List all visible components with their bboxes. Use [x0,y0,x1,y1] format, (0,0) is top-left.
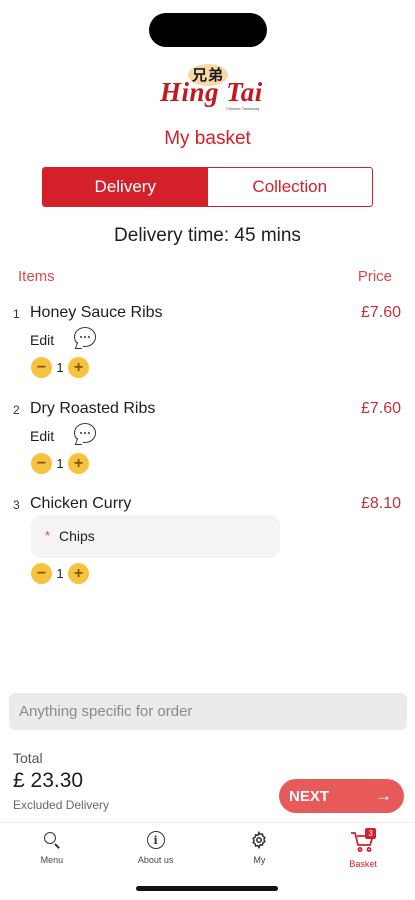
item-option-label: Chips [59,528,95,544]
search-icon [43,831,61,849]
total-amount: £ 23.30 [13,769,84,792]
delivery-time: Delivery time: 45 mins [114,225,301,246]
delivery-excluded-note: Excluded Delivery [13,798,110,812]
gear-icon [250,831,268,849]
order-type-toggle: Delivery Collection [42,167,373,207]
page-title: My basket [164,128,251,149]
bottom-tab-bar: Menu i About us My 3 Basket [0,822,415,878]
tab-about-us[interactable]: i About us [104,823,208,878]
item-name: Chicken Curry [30,495,132,512]
increase-quantity-button[interactable]: + [68,453,89,474]
arrow-right-icon: → [375,786,392,805]
tab-label: About us [137,855,174,865]
item-option-box: * Chips [31,515,280,558]
total-label: Total [13,750,43,766]
item-number: 2 [13,403,20,417]
quantity-value: 1 [56,456,64,471]
item-number: 3 [13,498,20,512]
option-bullet: * [45,528,51,543]
logo-script-text: Hing Tai [160,77,263,107]
quantity-value: 1 [56,566,64,581]
delivery-option[interactable]: Delivery [43,168,208,206]
tab-label: My [253,855,266,865]
item-name: Dry Roasted Ribs [30,400,156,417]
edit-item-link[interactable]: Edit [30,428,54,444]
item-number: 1 [13,307,20,321]
item-price: £7.60 [360,304,401,321]
item-price: £8.10 [360,495,401,512]
tab-menu[interactable]: Menu [0,823,104,878]
next-button[interactable]: NEXT → [279,779,404,813]
device-notch [149,13,267,47]
items-column-header: Items [18,268,55,285]
tab-label: Basket [349,859,377,869]
next-button-label: NEXT [289,787,330,805]
cart-icon: 3 [350,828,377,853]
tab-my[interactable]: My [208,823,312,878]
home-indicator [136,886,278,891]
tab-label: Menu [40,855,64,865]
decrease-quantity-button[interactable]: − [31,453,52,474]
quantity-stepper: − 1 + [31,357,89,378]
price-column-header: Price [357,268,392,285]
decrease-quantity-button[interactable]: − [31,357,52,378]
info-icon: i [146,831,165,849]
logo-tagline: Chinese Takeaway [226,106,260,111]
quantity-value: 1 [56,360,64,375]
comment-icon[interactable] [74,327,96,347]
comment-icon[interactable] [74,423,96,443]
collection-option[interactable]: Collection [208,168,373,206]
order-note-input[interactable]: Anything specific for order [9,693,407,730]
item-name: Honey Sauce Ribs [30,304,163,321]
quantity-stepper: − 1 + [31,453,89,474]
decrease-quantity-button[interactable]: − [31,563,52,584]
restaurant-logo: 兄弟 Hing Tai Chinese Takeaway [158,62,276,114]
cart-count-badge: 3 [365,828,377,839]
increase-quantity-button[interactable]: + [68,357,89,378]
item-price: £7.60 [360,400,401,417]
edit-item-link[interactable]: Edit [30,332,54,348]
increase-quantity-button[interactable]: + [68,563,89,584]
quantity-stepper: − 1 + [31,563,89,584]
tab-basket[interactable]: 3 Basket [311,823,415,878]
